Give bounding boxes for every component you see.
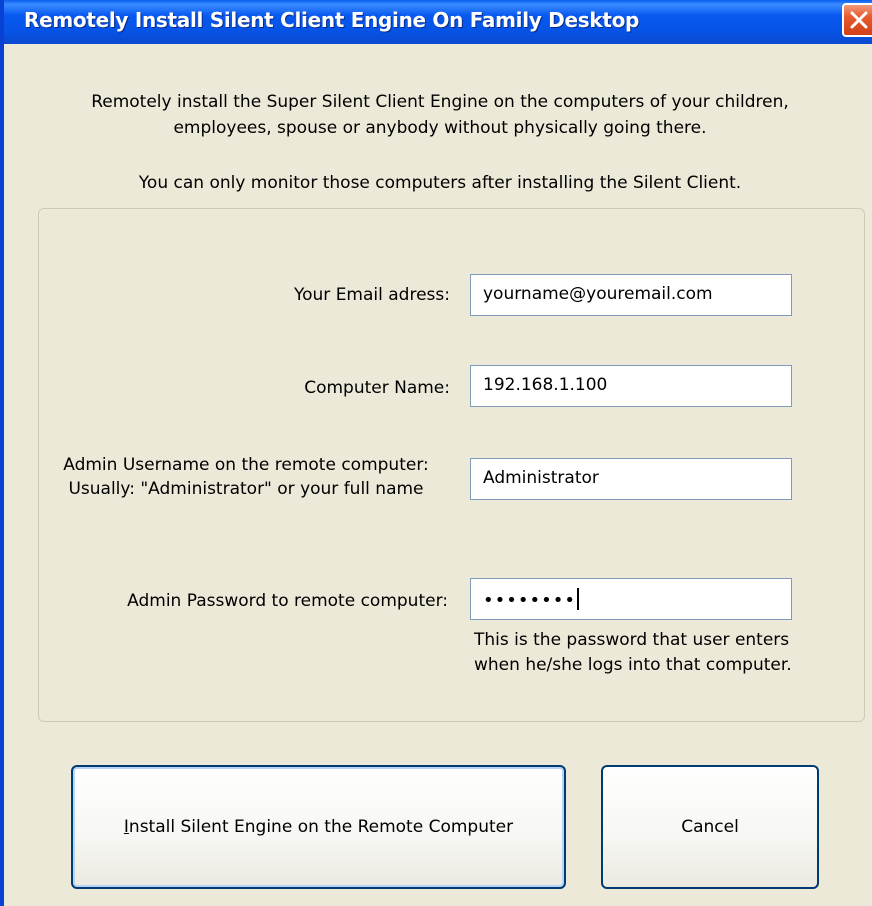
username-label: Admin Username on the remote computer: U…	[44, 453, 448, 501]
username-label-line-2: Usually: "Administrator" or your full na…	[68, 479, 424, 499]
intro-line-1: Remotely install the Super Silent Client…	[91, 92, 789, 112]
password-label: Admin Password to remote computer:	[127, 591, 448, 611]
intro-note: You can only monitor those computers aft…	[138, 173, 742, 193]
text-caret	[576, 588, 579, 610]
dialog-window: Remotely Install Silent Client Engine On…	[0, 0, 872, 906]
username-label-line-1: Admin Username on the remote computer:	[63, 455, 429, 475]
install-label-rest: nstall Silent Engine on the Remote Compu…	[128, 817, 514, 837]
install-button[interactable]: Install Silent Engine on the Remote Comp…	[71, 765, 566, 889]
cancel-button[interactable]: Cancel	[601, 765, 819, 889]
password-field[interactable]: ••••••••	[470, 578, 792, 620]
email-field[interactable]: yourname@youremail.com	[470, 274, 792, 316]
password-hint: This is the password that user enters wh…	[474, 628, 792, 678]
email-label: Your Email adress:	[294, 285, 450, 305]
password-hint-line-2: when he/she logs into that computer.	[474, 655, 792, 675]
username-field[interactable]: Administrator	[470, 458, 792, 500]
close-icon	[850, 11, 868, 29]
close-button[interactable]	[842, 3, 872, 37]
computer-name-label: Computer Name:	[304, 378, 450, 398]
window-title: Remotely Install Silent Client Engine On…	[24, 8, 640, 32]
intro-line-2: employees, spouse or anybody without phy…	[173, 118, 707, 138]
install-button-label: Install Silent Engine on the Remote Comp…	[124, 817, 513, 837]
intro-text: Remotely install the Super Silent Client…	[4, 89, 872, 141]
password-mask: ••••••••	[483, 590, 576, 611]
cancel-button-label: Cancel	[681, 817, 739, 837]
computer-name-field[interactable]: 192.168.1.100	[470, 365, 792, 407]
title-bar[interactable]: Remotely Install Silent Client Engine On…	[4, 0, 872, 44]
password-hint-line-1: This is the password that user enters	[474, 630, 790, 650]
